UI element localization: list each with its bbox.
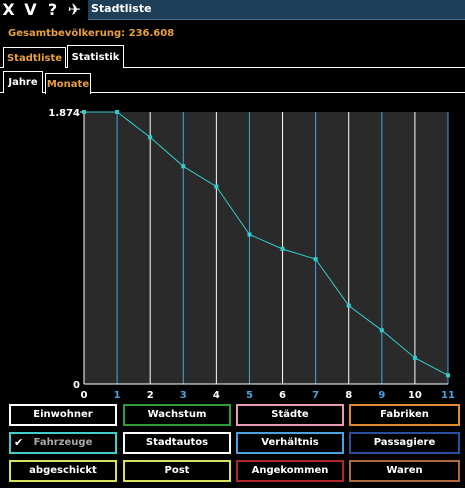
x-tick-label: 8 [345, 390, 352, 400]
x-tick-label: 10 [408, 390, 422, 400]
tab-monate[interactable]: Monate [45, 73, 91, 94]
data-point [313, 257, 318, 262]
window-title: Stadtliste [91, 2, 152, 15]
data-point [82, 110, 86, 114]
button-label: Stadtautos [145, 437, 209, 448]
stat-button-passagiere[interactable]: Passagiere [349, 432, 460, 454]
stat-button-post[interactable]: Post [123, 460, 231, 482]
button-label: Passagiere [373, 437, 436, 448]
button-label: Verhältnis [261, 437, 319, 448]
tab-stadtliste[interactable]: Stadtliste [3, 47, 66, 68]
button-label: Wachstum [147, 409, 207, 420]
x-tick-label: 11 [441, 390, 455, 400]
stat-button-abgeschickt[interactable]: abgeschickt [9, 460, 117, 482]
button-label: Fahrzeuge [33, 437, 93, 448]
x-tick-label: 6 [279, 390, 286, 400]
data-point [115, 110, 120, 114]
button-label: Fabriken [380, 409, 429, 420]
stat-button-städte[interactable]: Städte [236, 404, 344, 426]
data-point [412, 355, 417, 360]
stat-button-wachstum[interactable]: Wachstum [123, 404, 231, 426]
line-chart: 1.874 00 1 2 3 4 5 6 7 8 9 10 11 [48, 108, 455, 400]
data-point [379, 328, 384, 333]
button-label: Städte [271, 409, 309, 420]
x-tick-label: 1 [114, 390, 121, 400]
y-tick-label: 0 [73, 380, 80, 391]
title-bar: X V ? ✈ Stadtliste [0, 0, 465, 20]
help-icon[interactable]: ? [44, 1, 61, 18]
button-label: abgeschickt [29, 465, 97, 476]
y-tick-label: 1.874 [48, 108, 80, 119]
tab-statistik[interactable]: Statistik [67, 45, 124, 68]
stat-button-fahrzeuge[interactable]: ✔ Fahrzeuge [9, 432, 117, 454]
stat-button-verhältnis[interactable]: Verhältnis [236, 432, 344, 454]
x-tick-label: 9 [378, 390, 385, 400]
button-label: Waren [386, 465, 423, 476]
stat-button-einwohner[interactable]: Einwohner [9, 404, 117, 426]
x-tick-label: 4 [213, 390, 220, 400]
stat-button-stadtautos[interactable]: Stadtautos [123, 432, 231, 454]
button-label: Angekommen [251, 465, 329, 476]
population-total: Gesamtbevölkerung: 236.608 [8, 28, 175, 39]
x-tick-label: 2 [147, 390, 154, 400]
button-label: Einwohner [33, 409, 93, 420]
stat-button-fabriken[interactable]: Fabriken [349, 404, 460, 426]
stat-button-waren[interactable]: Waren [349, 460, 460, 482]
collapse-icon[interactable]: V [22, 1, 39, 18]
close-icon[interactable]: X [0, 1, 17, 18]
title-area[interactable]: Stadtliste [88, 0, 465, 20]
data-point [181, 164, 186, 169]
plot-background [84, 112, 448, 384]
data-point [346, 303, 351, 308]
x-tick-label: 5 [246, 390, 253, 400]
stat-button-angekommen[interactable]: Angekommen [236, 460, 344, 482]
data-point [247, 232, 252, 237]
x-tick-label: 0 [81, 390, 88, 400]
x-tick-label: 7 [312, 390, 319, 400]
tab-jahre[interactable]: Jahre [3, 71, 43, 93]
data-point [280, 247, 285, 252]
data-point [214, 184, 219, 189]
data-point [148, 135, 153, 140]
x-tick-label: 3 [180, 390, 187, 400]
checkmark-icon: ✔ [14, 436, 24, 449]
pin-icon[interactable]: ✈ [66, 1, 83, 18]
button-label: Post [164, 465, 190, 476]
data-point [446, 373, 450, 378]
